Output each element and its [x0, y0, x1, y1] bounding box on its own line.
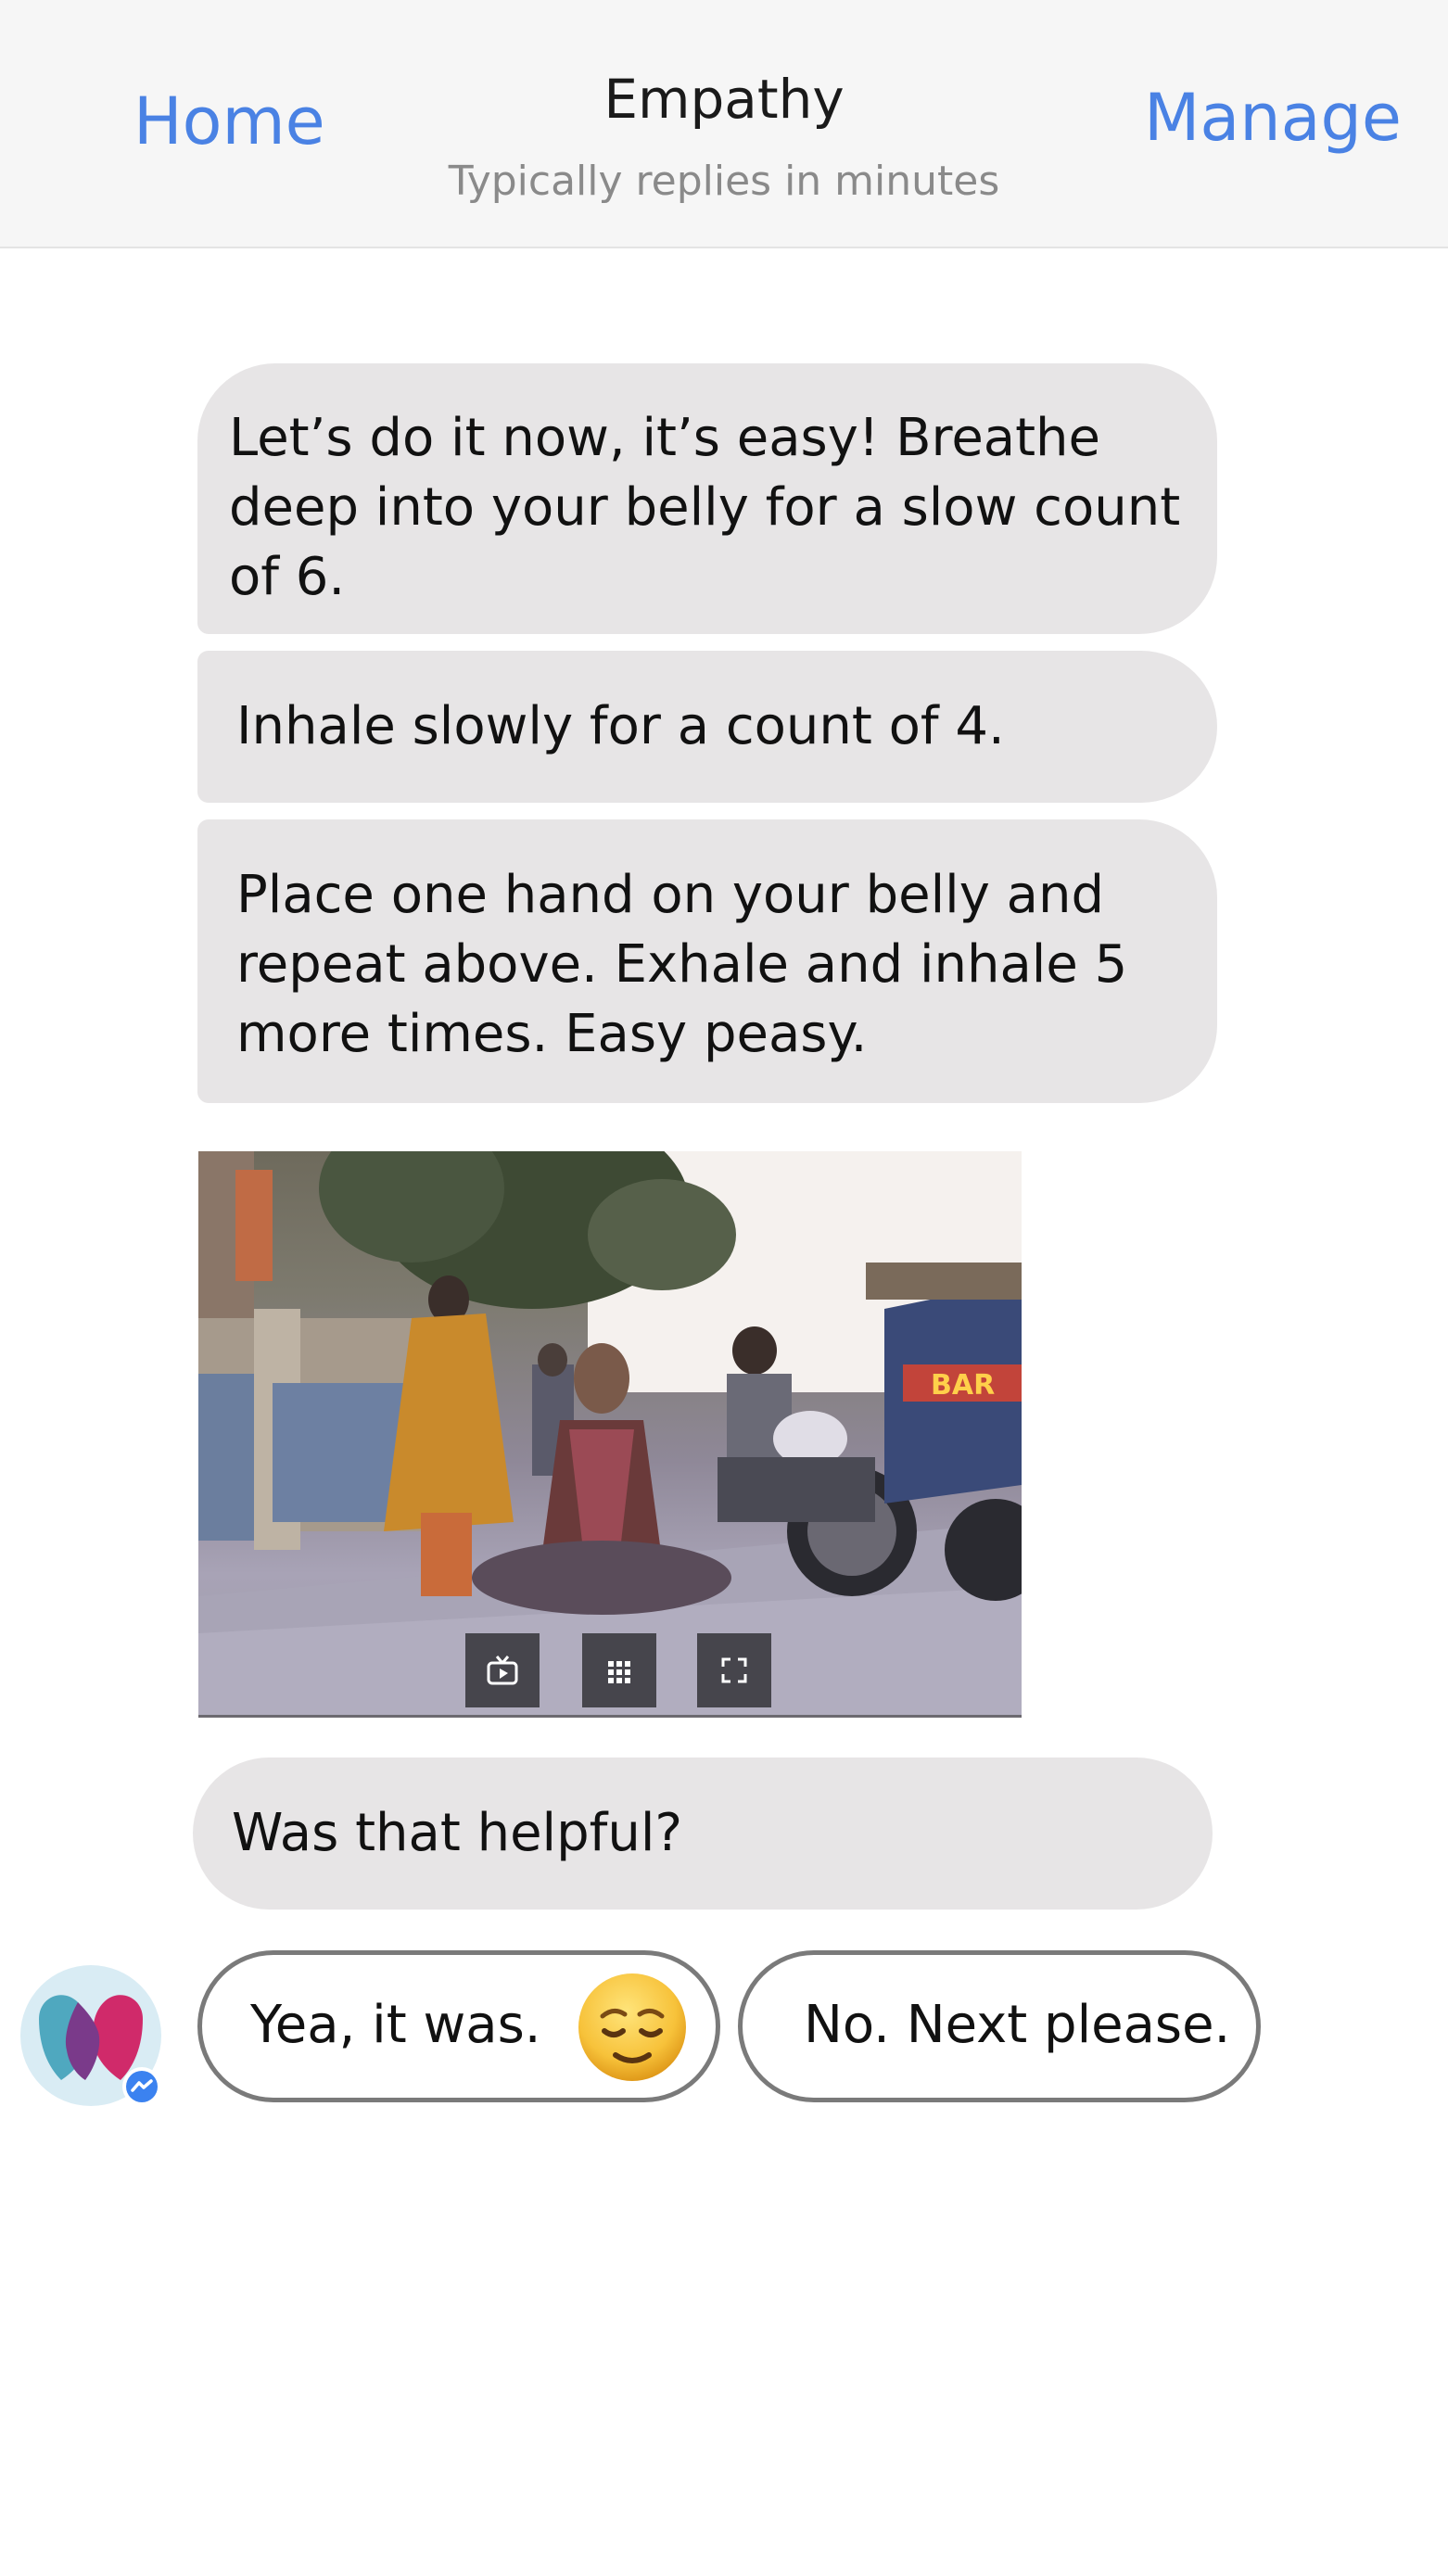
fullscreen-icon [721, 1657, 747, 1683]
grid-icon [608, 1661, 630, 1683]
message-bubble-inhale: Inhale slowly for a count of 4. [197, 651, 1217, 803]
chat-header: Home Empathy Typically replies in minute… [0, 0, 1448, 248]
cart-sign-text: BAR [931, 1369, 995, 1402]
manage-button[interactable]: Manage [1144, 85, 1402, 150]
quick-reply-yes[interactable]: Yea, it was. [197, 1950, 720, 2102]
quick-reply-yes-label: Yea, it was. [250, 1995, 541, 2055]
messenger-icon [126, 2071, 158, 2102]
message-bubble-hand-on-belly: Place one hand on your belly and repeat … [197, 819, 1217, 1103]
messenger-badge [122, 2067, 161, 2106]
relieved-face-emoji-icon [578, 1973, 686, 2081]
street-meditation-image: BAR [198, 1151, 1022, 1715]
grid-button[interactable] [582, 1633, 656, 1707]
quick-reply-no[interactable]: No. Next please. [738, 1950, 1261, 2102]
media-controls [198, 1633, 1022, 1707]
message-bubble-breathe: Let’s do it now, it’s easy! Breathe deep… [197, 363, 1217, 634]
meditation-gif[interactable]: BAR [198, 1151, 1022, 1718]
quick-reply-no-label: No. Next please. [804, 1995, 1231, 2055]
chat-screen: Home Empathy Typically replies in minute… [0, 0, 1448, 2576]
tv-icon [487, 1656, 518, 1685]
chat-subtitle: Typically replies in minutes [448, 158, 1000, 205]
message-bubble-was-that-helpful: Was that helpful? [193, 1758, 1213, 1910]
fullscreen-button[interactable] [697, 1633, 771, 1707]
tv-button[interactable] [465, 1633, 540, 1707]
